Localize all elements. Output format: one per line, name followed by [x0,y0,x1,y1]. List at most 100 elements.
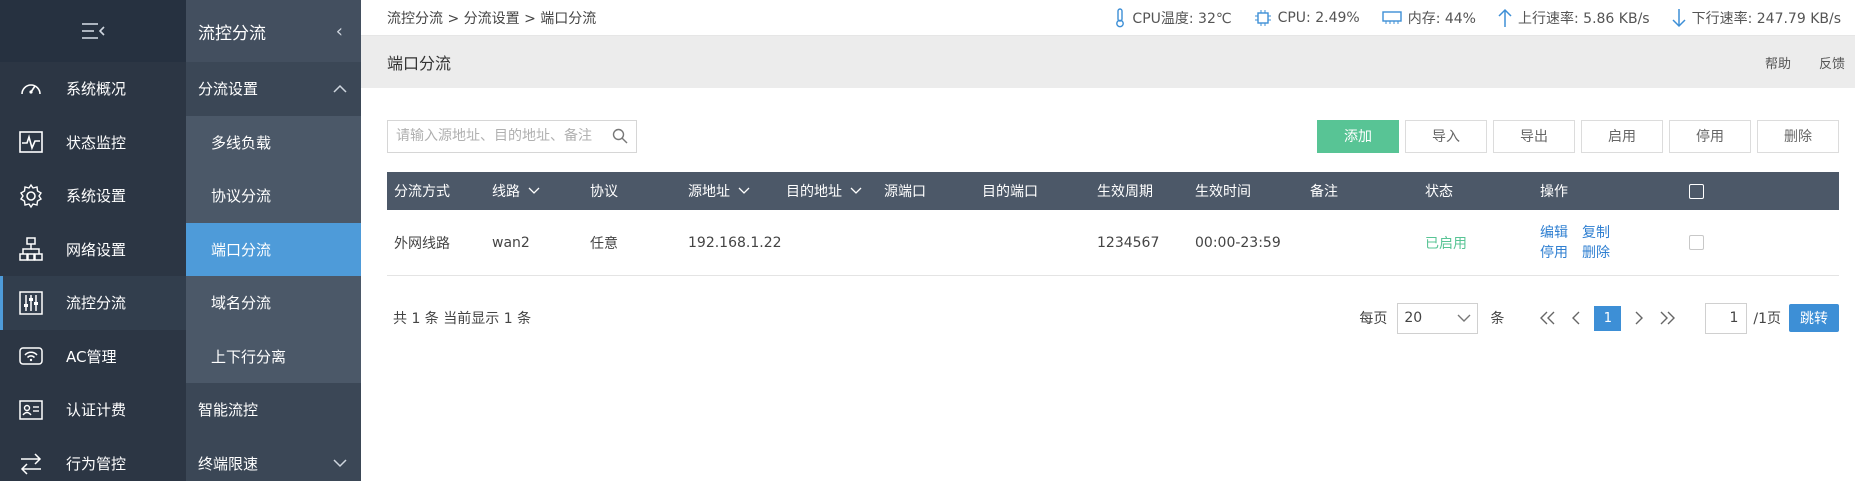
gear-icon [18,183,44,209]
sidebar-item-overview[interactable]: 系统概况 [0,62,186,116]
page-header: 端口分流 帮助 反馈 [361,36,1855,88]
network-icon [18,236,44,262]
pagination: 每页 20 条 1 /1页 跳转 [1359,302,1839,334]
arrow-up-icon [1498,8,1512,27]
id-card-icon [18,397,44,423]
col-label: 目的端口 [982,184,1038,200]
col-select-all [1663,183,1723,199]
jump-button[interactable]: 跳转 [1789,304,1839,332]
delete-link[interactable]: 删除 [1582,243,1610,263]
row-checkbox[interactable] [1689,235,1704,250]
select-all-checkbox[interactable] [1689,183,1704,199]
nav-sub-updown-split[interactable]: 上下行分离 [186,329,361,383]
menu-collapse-icon[interactable] [80,21,106,41]
cell-period: 1234567 [1097,234,1160,251]
monitor-icon [18,129,44,155]
sidebar-item-label: 系统设置 [66,187,127,206]
sidebar-item-network[interactable]: 网络设置 [0,223,186,277]
swap-icon [18,450,44,476]
page-title: 端口分流 [387,54,452,73]
sidebar-item-ac[interactable]: AC管理 [0,330,186,384]
nav-group-smart-flow[interactable]: 智能流控 [186,383,361,437]
header-links: 帮助 反馈 [1737,53,1845,72]
sort-chevron-icon [850,187,862,194]
first-page-icon[interactable] [1539,311,1557,325]
status-badge: 已启用 [1425,235,1467,252]
sidebar-item-behavior[interactable]: 行为管控 [0,437,186,481]
nav-group-label: 智能流控 [198,401,259,420]
rules-table: 分流方式 线路 协议 源地址 目的地址 源端口 目的端口 生效周期 生效时间 备… [387,172,1839,276]
sidebar-item-flow-control[interactable]: 流控分流 [0,276,186,330]
cpu-temp-value: CPU温度: 32℃ [1132,10,1232,27]
collapse-chevron-icon[interactable]: ‹ [336,21,343,42]
col-label: 分流方式 [394,184,450,200]
upload-value: 上行速率: 5.86 KB/s [1518,10,1650,27]
prev-page-icon[interactable] [1571,311,1581,325]
per-page-select[interactable]: 20 [1397,302,1479,334]
nav-sub-label: 多线负载 [211,133,272,152]
search-input[interactable] [396,128,612,144]
action-buttons: 添加 导入 导出 启用 停用 删除 [1311,119,1839,153]
delete-button[interactable]: 删除 [1757,119,1839,153]
copy-link[interactable]: 复制 [1582,223,1610,243]
table-row: 外网线路 wan2 任意 192.168.1.22 1234567 00:00-… [387,210,1839,276]
export-button[interactable]: 导出 [1493,119,1575,153]
upload-stat: 上行速率: 5.86 KB/s [1498,8,1650,28]
sort-chevron-icon [528,187,540,194]
cell-protocol: 任意 [590,235,618,252]
col-line[interactable]: 线路 [485,181,583,201]
next-page-icon[interactable] [1634,311,1644,325]
col-dst-addr[interactable]: 目的地址 [779,181,877,201]
nav-sub-domain-split[interactable]: 域名分流 [186,276,361,330]
help-link[interactable]: 帮助 [1765,53,1791,72]
sidebar-item-label: 网络设置 [66,240,127,259]
page-number-current[interactable]: 1 [1594,305,1622,331]
page-jump-input[interactable] [1705,302,1748,334]
sidebar-toggle[interactable] [0,0,186,62]
cpu-temp-stat: CPU温度: 32℃ [1114,7,1232,28]
per-page-unit: 条 [1490,311,1505,327]
nav-group-label: 终端限速 [198,454,259,473]
col-src-port: 源端口 [877,181,975,201]
disable-button[interactable]: 停用 [1669,119,1751,153]
sidebar-item-label: 行为管控 [66,454,127,473]
cpu-chip-icon [1254,9,1271,26]
import-button[interactable]: 导入 [1405,119,1487,153]
chevron-up-icon [333,84,347,93]
nav-sub-label: 域名分流 [211,294,272,313]
search-icon[interactable] [612,128,628,144]
nav-group-split-settings[interactable]: 分流设置 [186,62,361,116]
nav-sub-port-split[interactable]: 端口分流 [186,222,361,276]
download-value: 下行速率: 247.79 KB/s [1691,10,1841,27]
add-button[interactable]: 添加 [1317,119,1399,153]
col-src-addr[interactable]: 源地址 [681,181,779,201]
last-page-icon[interactable] [1658,311,1676,325]
sort-chevron-icon [738,187,750,194]
breadcrumb: 流控分流 > 分流设置 > 端口分流 [387,10,597,27]
sidebar-item-system-settings[interactable]: 系统设置 [0,169,186,223]
nav-group-terminal-limit[interactable]: 终端限速 [186,436,361,481]
nav-sub-protocol-split[interactable]: 协议分流 [186,169,361,223]
secondary-sidebar-title: 流控分流 [198,23,266,44]
cpu-stat: CPU: 2.49% [1254,9,1360,27]
table-footer: 共 1 条 当前显示 1 条 每页 20 条 1 /1页 跳转 [387,302,1839,334]
col-label: 源端口 [884,184,926,200]
memory-stat: 内存: 44% [1382,8,1476,28]
dashboard-icon [18,76,44,102]
enable-button[interactable]: 启用 [1581,119,1663,153]
feedback-link[interactable]: 反馈 [1819,53,1845,72]
edit-link[interactable]: 编辑 [1540,223,1568,243]
col-label: 线路 [492,184,520,200]
disable-link[interactable]: 停用 [1540,243,1568,263]
sidebar-item-auth-billing[interactable]: 认证计费 [0,383,186,437]
arrow-down-icon [1672,8,1686,27]
nav-sub-multiline-load[interactable]: 多线负载 [186,115,361,169]
sidebar-item-label: 认证计费 [66,401,127,420]
wifi-icon [18,343,44,369]
search-box [387,119,637,153]
nav-sub-label: 端口分流 [211,240,272,259]
sidebar-item-monitor[interactable]: 状态监控 [0,116,186,170]
memory-icon [1382,10,1402,24]
sidebar-item-label: 系统概况 [66,80,127,99]
cell-line: wan2 [492,234,530,251]
